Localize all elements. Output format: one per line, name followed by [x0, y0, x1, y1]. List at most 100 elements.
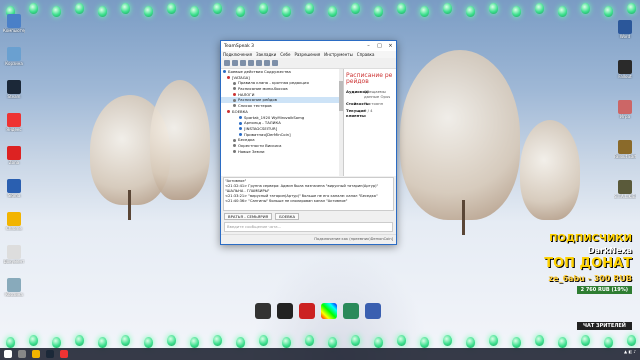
desktop-icon-label: Корзина [5, 61, 23, 66]
garland-bulb [558, 337, 567, 348]
desktop-icon-label: Документ [3, 259, 25, 264]
desktop-icon[interactable]: Word [614, 20, 636, 39]
app-icon[interactable] [321, 303, 337, 319]
app-icon[interactable] [277, 303, 293, 319]
desktop-icon-label: Steam [7, 94, 21, 99]
channel-item[interactable]: Новые Земли [221, 149, 343, 155]
garland-bulb [374, 6, 383, 17]
desktop-icon[interactable]: Steam [3, 80, 25, 99]
desktop-icon[interactable]: Корзина [3, 278, 25, 297]
desktop-icon-label: Word [619, 34, 631, 39]
menu-item[interactable]: Себе [280, 52, 290, 57]
channel-icon [233, 98, 236, 102]
desktop-icon[interactable]: Fallout [614, 60, 636, 79]
garland-bulb [213, 3, 222, 14]
settings-icon[interactable] [272, 60, 278, 66]
chat-tab[interactable]: ВРАТЬЯ - СЕМЬЯРИЯ [224, 212, 273, 220]
garland-bulb [121, 3, 130, 14]
desktop-icon[interactable]: Корзина [3, 47, 25, 66]
app-icon [618, 100, 632, 114]
info-key: Текущие клиенты: [346, 108, 367, 118]
connect-icon[interactable] [224, 60, 230, 66]
menu-item[interactable]: Справка [357, 52, 375, 57]
scrollbar[interactable] [339, 69, 343, 176]
channel-icon [233, 138, 236, 142]
bookmark-icon[interactable] [240, 60, 246, 66]
app-icon [7, 47, 21, 61]
garland-bulb [351, 3, 360, 14]
chat-log[interactable]: "Активное" <21:32:41> Группа сервера: Ад… [223, 177, 394, 211]
minimize-button[interactable]: – [363, 43, 374, 49]
app-icon [7, 179, 21, 193]
info-value: Постоянн [364, 101, 384, 106]
channel-tree[interactable]: Боевые действия Содружества [VATAGA] Прави… [221, 69, 344, 176]
app-icon [618, 20, 632, 34]
desktop-icon-label: Fallout [618, 74, 632, 79]
disconnect-icon[interactable] [232, 60, 238, 66]
chat-input[interactable]: Введите сообщение чата... [224, 222, 393, 232]
desktop-icon-label: S.T.A.L.K.E.R. [614, 194, 636, 199]
app-icon [7, 14, 21, 28]
garland-bulb [52, 6, 61, 17]
garland-bulb [535, 3, 544, 14]
menu-item[interactable]: Закладки [256, 52, 276, 57]
desktop-icon[interactable]: Компьютер [3, 14, 25, 33]
teamspeak-window[interactable]: TeamSpeak 3 – □ × Подключения Закладки С… [220, 40, 397, 245]
steam-icon[interactable] [46, 350, 54, 358]
desktop-icon[interactable]: Документ [3, 245, 25, 264]
app-icon[interactable] [255, 303, 271, 319]
explorer-icon[interactable] [32, 350, 40, 358]
app-icon[interactable] [299, 303, 315, 319]
app-icon[interactable] [343, 303, 359, 319]
windows-start-icon[interactable] [4, 350, 12, 358]
desktop-icon[interactable]: Яндекс [3, 113, 25, 132]
subs-label: ПОДПИСЧИКИ [549, 233, 632, 244]
channel-info-title: Расписание ре рейдов [346, 72, 393, 85]
app-icon [7, 80, 21, 94]
channel-icon [223, 70, 226, 74]
maximize-button[interactable]: □ [374, 43, 385, 49]
tree-trunk [128, 190, 131, 220]
title-bar[interactable]: TeamSpeak 3 – □ × [221, 41, 396, 51]
channel-icon [227, 110, 230, 114]
desktop-icon[interactable]: Sigma [3, 179, 25, 198]
garland-bulb [420, 6, 429, 17]
garland-bulb [535, 335, 544, 346]
menu-item[interactable]: Подключения [223, 52, 252, 57]
desktop-icon-label: Корзина [5, 292, 23, 297]
garland-bulb [420, 337, 429, 348]
info-value: 0 / 4 [364, 108, 373, 113]
app-icon [7, 113, 21, 127]
menu-item[interactable]: Инструменты [324, 52, 353, 57]
chat-tab[interactable]: БОЕВКА [275, 212, 300, 220]
channel-label: Новые Земли [238, 148, 265, 154]
microphone-icon[interactable] [248, 60, 254, 66]
top-donate-value: ze_6abu - 300 RUB [548, 274, 632, 283]
info-value: Обещаемы данные Opus [364, 89, 391, 99]
chat-tabs: ВРАТЬЯ - СЕМЬЯРИЯ БОЕВКА [221, 212, 396, 220]
channel-icon [233, 93, 236, 97]
search-icon[interactable] [18, 350, 26, 358]
channel-info-panel: Расписание ре рейдов Аудиокод: Обещаемы д… [344, 69, 396, 176]
desktop-icon[interactable]: S.T.A.L.K.E.R. [614, 180, 636, 199]
garland-bulb [558, 6, 567, 17]
speaker-icon[interactable] [256, 60, 262, 66]
snow-tree [520, 120, 580, 220]
away-icon[interactable] [264, 60, 270, 66]
menu-item[interactable]: Разрешения [294, 52, 320, 57]
desktop-icon-label: Chrome [6, 226, 22, 231]
close-button[interactable]: × [385, 43, 396, 49]
desktop-icon[interactable]: Zona [3, 146, 25, 165]
browser-icon[interactable] [60, 350, 68, 358]
app-icon[interactable] [365, 303, 381, 319]
garland-bulb [259, 335, 268, 346]
garland-bulb [328, 337, 337, 348]
desktop-icon[interactable]: Игра [614, 100, 636, 119]
system-tray[interactable]: ▲ ◧ ♪ [624, 349, 636, 354]
garland [0, 0, 640, 18]
garland-bulb [52, 337, 61, 348]
desktop-icon[interactable]: Chrome [3, 212, 25, 231]
garland-bottom [0, 334, 640, 348]
desktop-icon[interactable]: Fallout Earth [614, 140, 636, 159]
window-title: TeamSpeak 3 [224, 43, 255, 49]
